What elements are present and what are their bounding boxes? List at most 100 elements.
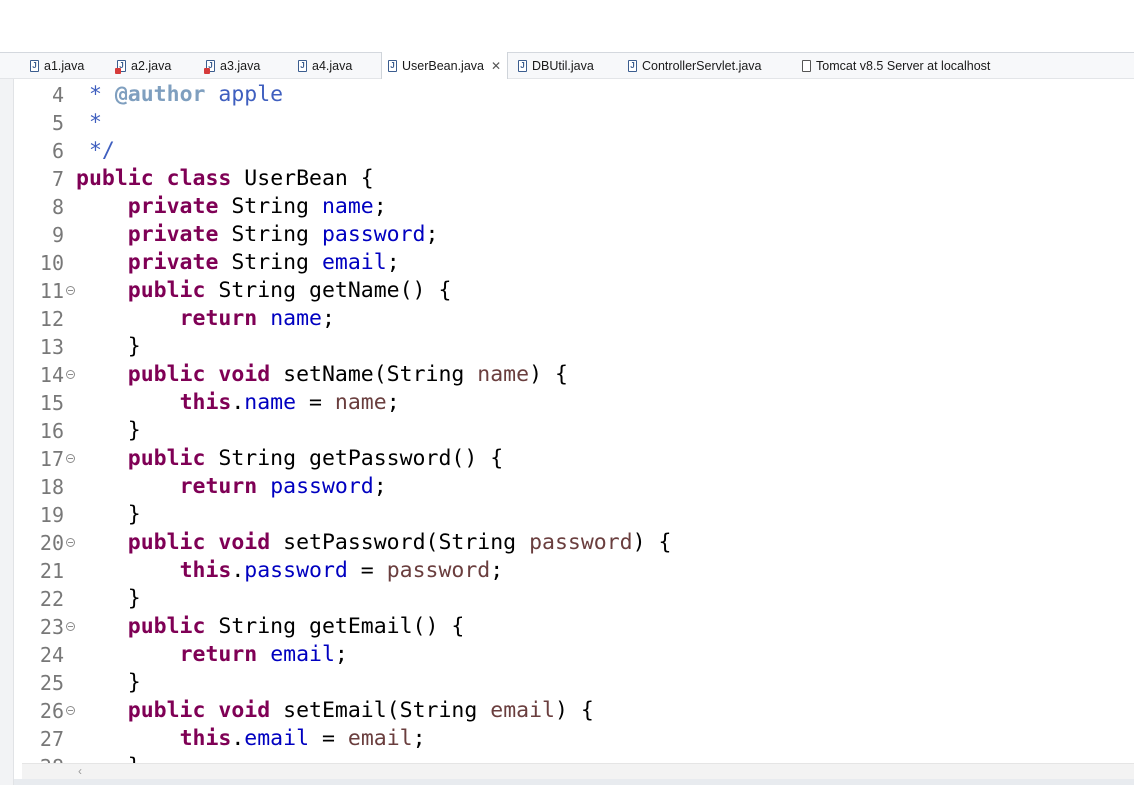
line-number: 8: [51, 195, 64, 219]
horizontal-scrollbar[interactable]: ‹: [22, 763, 1134, 779]
code-text: return name;: [76, 305, 335, 333]
line-number: 12: [39, 307, 64, 331]
code-text: }: [76, 417, 141, 445]
code-token: private: [127, 250, 219, 275]
code-token: void: [218, 530, 271, 555]
code-token: email: [347, 726, 413, 751]
fold-toggle-icon[interactable]: [66, 454, 75, 463]
line-number: 26: [39, 699, 64, 723]
server-icon: [802, 60, 811, 72]
line-number: 28: [22, 753, 64, 763]
tab-label: a3.java: [220, 59, 261, 73]
tab-userbean-java[interactable]: J UserBean.java ✕: [381, 52, 509, 79]
code-token: name: [321, 194, 374, 219]
code-text: public String getPassword() {: [76, 445, 503, 473]
line-number: 5: [51, 111, 64, 135]
tab-label: a2.java: [131, 59, 172, 73]
code-token: public: [127, 530, 206, 555]
code-text: }: [76, 669, 141, 697]
code-token: *: [76, 82, 115, 107]
close-tab-icon[interactable]: ✕: [491, 59, 501, 73]
code-token: setEmail(String: [270, 698, 491, 723]
code-editor[interactable]: 4 * @author apple 5 * 6 */ 7 public class Us…: [22, 80, 1134, 763]
tab-dbutil-java[interactable]: J DBUtil.java: [518, 53, 594, 79]
fold-toggle-icon[interactable]: [66, 370, 75, 379]
tab-label: ControllerServlet.java: [642, 59, 762, 73]
fold-toggle-icon[interactable]: [66, 622, 75, 631]
scroll-left-icon[interactable]: ‹: [78, 764, 82, 778]
code-token: }: [76, 670, 141, 695]
line-number: 15: [39, 391, 64, 415]
fold-toggle-icon[interactable]: [66, 286, 75, 295]
code-token: public: [127, 362, 206, 387]
tab-controllerservlet-java[interactable]: J ControllerServlet.java: [628, 53, 762, 79]
code-text: private String password;: [76, 221, 439, 249]
code-token: void: [218, 362, 271, 387]
line-number: 13: [39, 335, 64, 359]
code-token: */: [76, 138, 115, 163]
code-token: this: [179, 726, 232, 751]
code-token: ;: [425, 222, 439, 247]
code-token: ;: [334, 642, 348, 667]
code-token: email: [244, 726, 310, 751]
code-text: public String getEmail() {: [76, 613, 465, 641]
code-token: ;: [373, 474, 387, 499]
code-token: ;: [412, 726, 426, 751]
code-text: public class UserBean {: [76, 165, 374, 193]
code-text: this.password = password;: [76, 557, 504, 585]
code-token: ;: [321, 306, 335, 331]
code-token: password: [244, 558, 348, 583]
line-number: 18: [39, 475, 64, 499]
code-token: setPassword(String: [270, 530, 530, 555]
code-token: }: [76, 334, 141, 359]
fold-toggle-icon[interactable]: [66, 706, 75, 715]
code-token: name: [334, 390, 387, 415]
line-number: 19: [39, 503, 64, 527]
code-text: * @author apple: [76, 81, 283, 109]
code-text: public void setPassword(String password)…: [76, 529, 672, 557]
code-text: public String getName() {: [76, 277, 452, 305]
tab-tomcat-server[interactable]: Tomcat v8.5 Server at localhost: [802, 53, 990, 79]
code-token: ;: [490, 558, 504, 583]
tab-a4-java[interactable]: J a4.java: [298, 53, 352, 79]
line-number: 4: [51, 83, 64, 107]
code-text: }: [76, 501, 141, 529]
code-token: ) {: [632, 530, 672, 555]
code-text: public void setEmail(String email) {: [76, 697, 594, 725]
tab-a2-java[interactable]: J a2.java: [115, 53, 172, 79]
code-text: }: [76, 333, 141, 361]
code-text: return email;: [76, 641, 348, 669]
tab-a1-java[interactable]: J a1.java: [30, 53, 84, 79]
code-token: public: [127, 278, 206, 303]
code-text: this.name = name;: [76, 389, 400, 417]
code-text: public void setName(String name) {: [76, 361, 568, 389]
code-token: apple: [205, 82, 284, 107]
tab-a3-java[interactable]: J a3.java: [204, 53, 261, 79]
fold-toggle-icon[interactable]: [66, 538, 75, 547]
code-token: String getEmail() {: [205, 614, 465, 639]
code-token: this: [179, 390, 232, 415]
code-token: public: [76, 166, 154, 191]
code-token: .: [231, 390, 245, 415]
code-token: name: [244, 390, 297, 415]
java-file-icon: J: [518, 60, 527, 72]
tab-label: a4.java: [312, 59, 353, 73]
code-token: public: [127, 698, 206, 723]
code-token: }: [76, 502, 141, 527]
code-token: public: [127, 446, 206, 471]
line-number: 11: [39, 279, 64, 303]
